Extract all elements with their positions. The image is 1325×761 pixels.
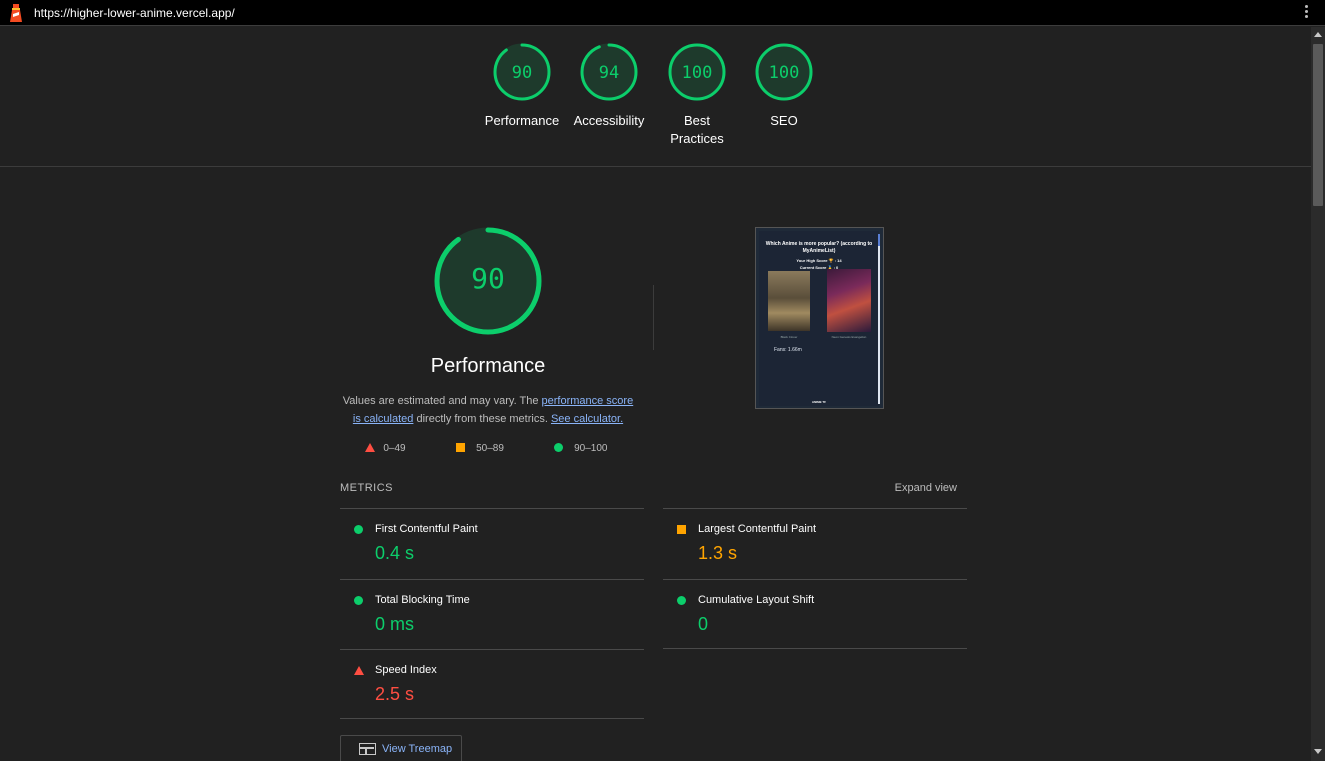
- legend-average: 50–89: [456, 443, 504, 454]
- metric-name: First Contentful Paint: [375, 523, 478, 535]
- gauge-ring-icon: 90: [493, 43, 551, 101]
- metrics-label: METRICS: [340, 482, 393, 494]
- final-screenshot[interactable]: Which Anime is more popular? (according …: [755, 227, 884, 409]
- gauge-label: Best Practices: [670, 113, 724, 146]
- view-treemap-label: View Treemap: [382, 743, 453, 755]
- gauge-ring-icon: 100: [668, 43, 726, 101]
- performance-score: 90: [471, 262, 505, 295]
- kebab-menu-icon[interactable]: [1305, 5, 1309, 21]
- anime-poster-right: [827, 269, 871, 332]
- metric-name: Cumulative Layout Shift: [698, 594, 815, 606]
- metric-name: Total Blocking Time: [375, 594, 470, 606]
- treemap-icon: [359, 743, 376, 755]
- gauge-label: Accessibility: [573, 113, 645, 128]
- triangle-icon: [365, 443, 375, 452]
- see-calculator-link[interactable]: See calculator.: [551, 413, 623, 425]
- legend-fail-label: 0–49: [383, 443, 406, 454]
- desc-text: directly from these metrics.: [413, 413, 551, 425]
- metric-value: 0.4 s: [375, 543, 415, 563]
- legend-fail: 0–49: [365, 443, 406, 454]
- screenshot-scrollbar: [878, 234, 880, 404]
- performance-section: 90 Performance Values are estimated and …: [340, 225, 636, 428]
- pass-circle-icon: [354, 525, 363, 534]
- screenshot-footer: ANIME TF: [811, 400, 827, 404]
- desc-text: Values are estimated and may vary. The: [342, 395, 542, 407]
- metric-value: 2.5 s: [375, 684, 415, 704]
- metric-speed-index: Speed Index 2.5 s: [340, 649, 644, 720]
- performance-gauge-icon: 90: [434, 227, 542, 335]
- legend-average-label: 50–89: [476, 443, 504, 454]
- gauge-best-practices[interactable]: 100 Best Practices: [652, 42, 742, 148]
- gauge-seo[interactable]: 100 SEO: [739, 42, 829, 130]
- pass-circle-icon: [677, 596, 686, 605]
- average-square-icon: [677, 525, 686, 534]
- screenshot-heading: Which Anime is more popular? (according …: [765, 241, 873, 254]
- fans-count: Fans: 1.66m: [774, 347, 802, 353]
- gauge-ring-icon: 94: [580, 43, 638, 101]
- scroll-down-icon[interactable]: [1314, 749, 1322, 754]
- gauge-label: Performance: [484, 113, 560, 128]
- expand-view-button[interactable]: Expand view: [895, 482, 957, 494]
- divider: [340, 718, 644, 719]
- performance-title: Performance: [430, 355, 546, 377]
- gauge-score: 90: [512, 63, 532, 83]
- url-text[interactable]: https://higher-lower-anime.vercel.app/: [34, 6, 235, 20]
- browser-bar: https://higher-lower-anime.vercel.app/: [0, 0, 1325, 26]
- gauge-accessibility[interactable]: 94 Accessibility: [564, 42, 654, 130]
- poster-caption-left: Black Clover: [780, 335, 798, 339]
- square-icon: [456, 443, 465, 452]
- divider: [653, 285, 654, 350]
- scrollbar-thumb[interactable]: [1313, 44, 1323, 206]
- gauge-score: 100: [682, 63, 713, 83]
- lighthouse-logo-icon: [10, 4, 22, 22]
- scroll-up-icon[interactable]: [1314, 32, 1322, 37]
- metric-value: 1.3 s: [698, 543, 738, 563]
- metric-value: 0: [698, 614, 709, 634]
- metric-name: Speed Index: [375, 664, 437, 676]
- metric-cumulative-layout-shift: Cumulative Layout Shift 0: [663, 579, 967, 650]
- metric-first-contentful-paint: First Contentful Paint 0.4 s: [340, 508, 644, 579]
- screenshot-high-score: Your High Score 🏆 : 14: [796, 258, 842, 263]
- pass-circle-icon: [354, 596, 363, 605]
- page-scrollbar[interactable]: [1311, 27, 1325, 761]
- view-treemap-button[interactable]: View Treemap: [340, 735, 462, 761]
- metric-name: Largest Contentful Paint: [698, 523, 817, 535]
- divider: [663, 648, 967, 649]
- legend-pass: 90–100: [554, 443, 608, 454]
- fail-triangle-icon: [354, 666, 364, 675]
- gauge-score: 100: [769, 63, 800, 83]
- score-summary: 90 Performance 94 Accessibility 100 Best…: [0, 27, 1311, 167]
- gauge-ring-icon: 100: [755, 43, 813, 101]
- legend-pass-label: 90–100: [574, 443, 608, 454]
- gauge-performance[interactable]: 90 Performance: [477, 42, 567, 130]
- metric-value: 0 ms: [375, 614, 415, 634]
- performance-description: Values are estimated and may vary. The p…: [340, 392, 636, 428]
- gauge-score: 94: [599, 63, 619, 83]
- screenshot-scrollbar-thumb: [878, 234, 880, 246]
- metric-largest-contentful-paint: Largest Contentful Paint 1.3 s: [663, 508, 967, 579]
- circle-icon: [554, 443, 563, 452]
- poster-caption-right: Neon Genesis Evangelion: [831, 335, 867, 339]
- anime-poster-left: [768, 271, 810, 331]
- metric-total-blocking-time: Total Blocking Time 0 ms: [340, 579, 644, 650]
- gauge-label: SEO: [770, 113, 798, 128]
